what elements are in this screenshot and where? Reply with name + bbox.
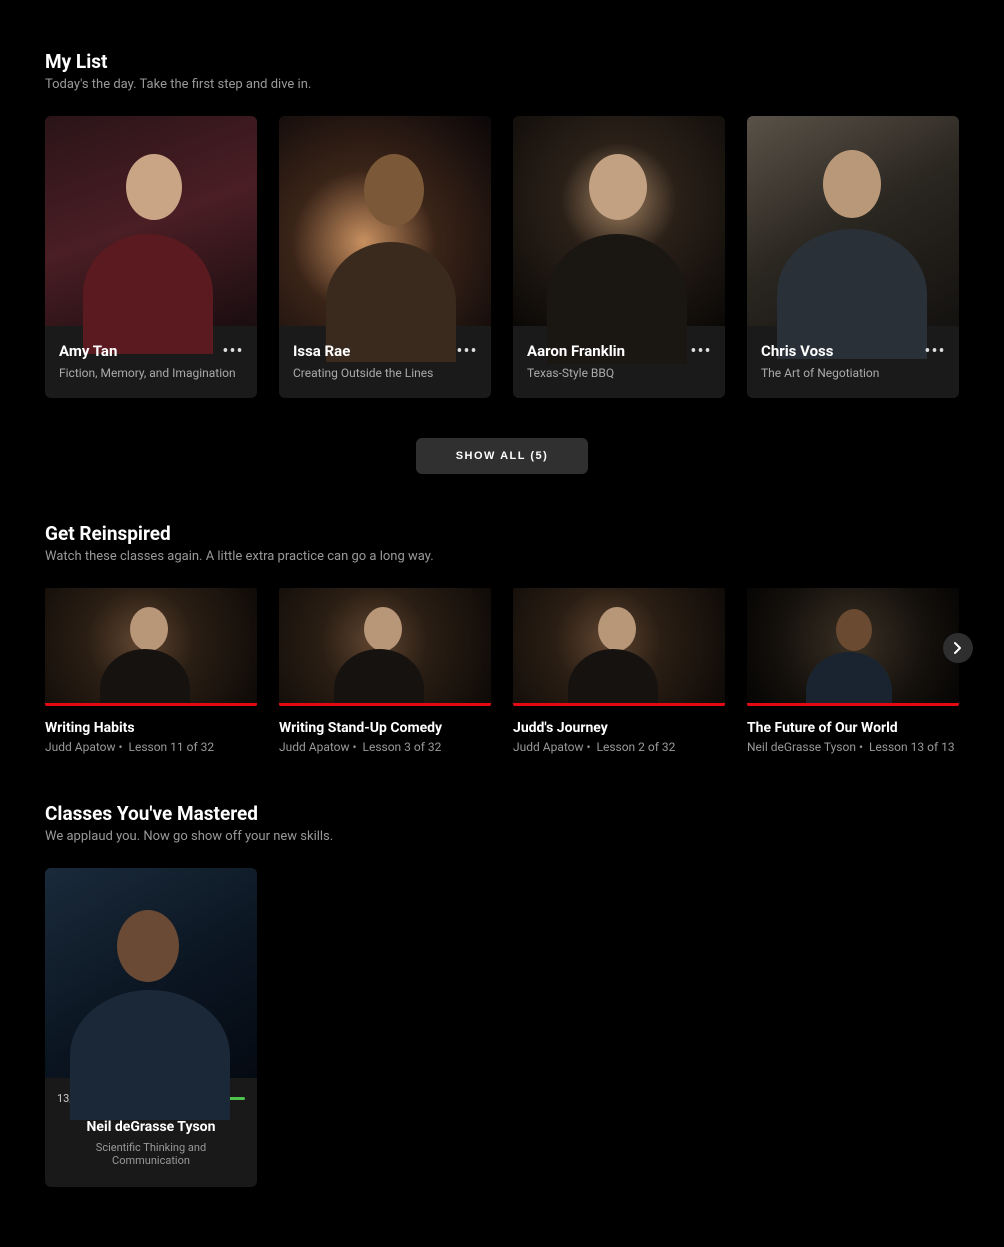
show-all-button[interactable]: SHOW ALL (5) bbox=[416, 438, 589, 474]
lesson-title: Judd's Journey bbox=[513, 720, 725, 736]
more-options-button[interactable]: ••• bbox=[921, 340, 949, 362]
instructor-name: Neil deGrasse Tyson bbox=[57, 1119, 245, 1135]
lesson-card[interactable]: Writing Stand-Up Comedy Judd Apatow • Le… bbox=[279, 588, 491, 754]
class-card[interactable]: Aaron Franklin Texas-Style BBQ ••• bbox=[513, 116, 725, 398]
lesson-title: Writing Stand-Up Comedy bbox=[279, 720, 491, 736]
instructor-name: Amy Tan bbox=[59, 342, 243, 360]
reinspired-section: Get Reinspired Watch these classes again… bbox=[45, 522, 959, 754]
more-options-button[interactable]: ••• bbox=[687, 340, 715, 362]
more-options-button[interactable]: ••• bbox=[453, 340, 481, 362]
more-icon: ••• bbox=[456, 341, 477, 362]
class-description: The Art of Negotiation bbox=[761, 366, 945, 380]
lesson-meta: Neil deGrasse Tyson • Lesson 13 of 13 bbox=[747, 740, 959, 754]
lesson-card[interactable]: Judd's Journey Judd Apatow • Lesson 2 of… bbox=[513, 588, 725, 754]
lesson-meta: Judd Apatow • Lesson 11 of 32 bbox=[45, 740, 257, 754]
instructor-name: Aaron Franklin bbox=[527, 342, 711, 360]
class-thumbnail bbox=[45, 116, 257, 326]
chevron-right-icon bbox=[954, 642, 962, 654]
mastered-thumbnail bbox=[45, 868, 257, 1078]
lesson-meta: Judd Apatow • Lesson 2 of 32 bbox=[513, 740, 725, 754]
instructor-name: Chris Voss bbox=[761, 342, 945, 360]
my-list-row: Amy Tan Fiction, Memory, and Imagination… bbox=[45, 116, 959, 398]
lesson-title: The Future of Our World bbox=[747, 720, 959, 736]
lesson-meta: Judd Apatow • Lesson 3 of 32 bbox=[279, 740, 491, 754]
class-thumbnail bbox=[513, 116, 725, 326]
class-card[interactable]: Amy Tan Fiction, Memory, and Imagination… bbox=[45, 116, 257, 398]
more-options-button[interactable]: ••• bbox=[219, 340, 247, 362]
mastered-row: 13/13 Neil deGrasse Tyson Scientific Thi… bbox=[45, 868, 959, 1187]
class-thumbnail bbox=[747, 116, 959, 326]
reinspired-row: Writing Habits Judd Apatow • Lesson 11 o… bbox=[45, 588, 959, 754]
class-description: Scientific Thinking and Communication bbox=[57, 1141, 245, 1167]
my-list-subtitle: Today's the day. Take the first step and… bbox=[45, 77, 959, 92]
reinspired-title: Get Reinspired bbox=[45, 522, 959, 545]
reinspired-subtitle: Watch these classes again. A little extr… bbox=[45, 549, 959, 564]
class-card[interactable]: Chris Voss The Art of Negotiation ••• bbox=[747, 116, 959, 398]
mastered-subtitle: We applaud you. Now go show off your new… bbox=[45, 829, 959, 844]
lesson-title: Writing Habits bbox=[45, 720, 257, 736]
class-card[interactable]: Issa Rae Creating Outside the Lines ••• bbox=[279, 116, 491, 398]
lesson-thumbnail bbox=[279, 588, 491, 706]
mastered-card[interactable]: 13/13 Neil deGrasse Tyson Scientific Thi… bbox=[45, 868, 257, 1187]
mastered-title: Classes You've Mastered bbox=[45, 802, 959, 825]
more-icon: ••• bbox=[222, 341, 243, 362]
class-description: Creating Outside the Lines bbox=[293, 366, 477, 380]
lesson-thumbnail bbox=[45, 588, 257, 706]
lesson-card[interactable]: The Future of Our World Neil deGrasse Ty… bbox=[747, 588, 959, 754]
class-description: Fiction, Memory, and Imagination bbox=[59, 366, 243, 380]
more-icon: ••• bbox=[924, 341, 945, 362]
lesson-thumbnail bbox=[513, 588, 725, 706]
class-description: Texas-Style BBQ bbox=[527, 366, 711, 380]
my-list-title: My List bbox=[45, 50, 959, 73]
mastered-section: Classes You've Mastered We applaud you. … bbox=[45, 802, 959, 1187]
more-icon: ••• bbox=[690, 341, 711, 362]
scroll-next-button[interactable] bbox=[943, 633, 973, 663]
lesson-card[interactable]: Writing Habits Judd Apatow • Lesson 11 o… bbox=[45, 588, 257, 754]
instructor-name: Issa Rae bbox=[293, 342, 477, 360]
class-thumbnail bbox=[279, 116, 491, 326]
my-list-section: My List Today's the day. Take the first … bbox=[45, 50, 959, 474]
lesson-thumbnail bbox=[747, 588, 959, 706]
